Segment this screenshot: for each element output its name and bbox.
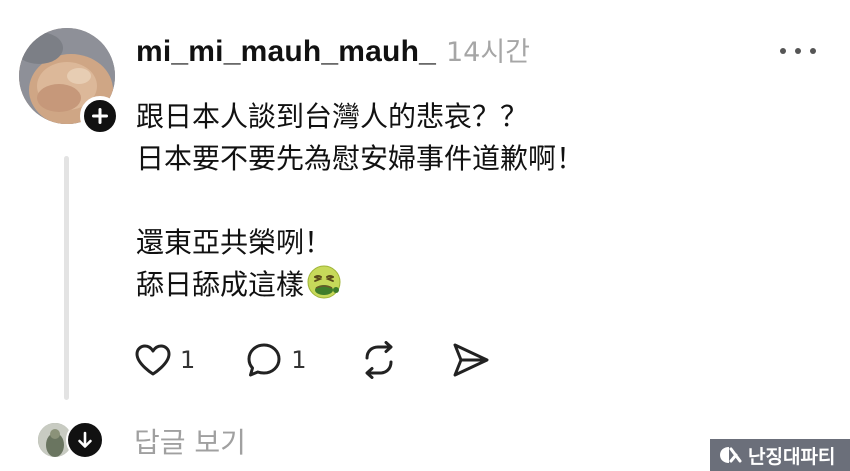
send-icon — [453, 343, 489, 377]
more-horizontal-icon — [780, 48, 786, 54]
replies-preview[interactable] — [36, 420, 104, 460]
more-options-button[interactable] — [780, 38, 816, 64]
thread-line — [64, 156, 69, 400]
follow-button[interactable] — [80, 96, 120, 136]
nauseated-face-emoji — [307, 265, 341, 299]
heart-icon — [135, 344, 171, 376]
timestamp: 14시간 — [445, 37, 531, 68]
post-text-line: 還東亞共榮咧！ — [136, 226, 333, 259]
watermark-logo-icon — [720, 447, 742, 463]
post-text-line: 跟日本人談到台灣人的悲哀？？ — [136, 100, 529, 133]
expand-replies-button[interactable] — [66, 421, 104, 459]
watermark: 난징대파티 — [710, 439, 850, 471]
post-actions: 1 1 — [134, 340, 491, 380]
username[interactable]: mi_mi_mauh_mauh_ — [136, 35, 436, 69]
replies-count: 1 — [291, 346, 307, 374]
likes-count: 1 — [180, 346, 196, 374]
repost-button[interactable] — [359, 341, 399, 379]
repost-icon — [365, 341, 393, 379]
arrow-down-icon — [78, 431, 92, 448]
comment-icon — [247, 343, 281, 377]
watermark-text: 난징대파티 — [748, 445, 836, 468]
post-text-line: 舔日舔成這樣 — [136, 264, 776, 306]
post-body: 跟日本人談到台灣人的悲哀？？ 日本要不要先為慰安婦事件道歉啊！ 還東亞共榮咧！ … — [136, 96, 776, 306]
like-button[interactable]: 1 — [134, 343, 195, 377]
share-button[interactable] — [451, 341, 491, 379]
threads-post-page: mi_mi_mauh_mauh_ 14시간 跟日本人談到台灣人的悲哀？？ 日本要… — [0, 0, 850, 471]
reply-button[interactable]: 1 — [245, 341, 307, 379]
post-text-line: 日本要不要先為慰安婦事件道歉啊！ — [136, 142, 585, 175]
view-replies-link[interactable]: 답글 보기 — [134, 421, 246, 461]
post-header: mi_mi_mauh_mauh_ 14시간 — [136, 30, 530, 74]
plus-icon — [92, 108, 108, 124]
